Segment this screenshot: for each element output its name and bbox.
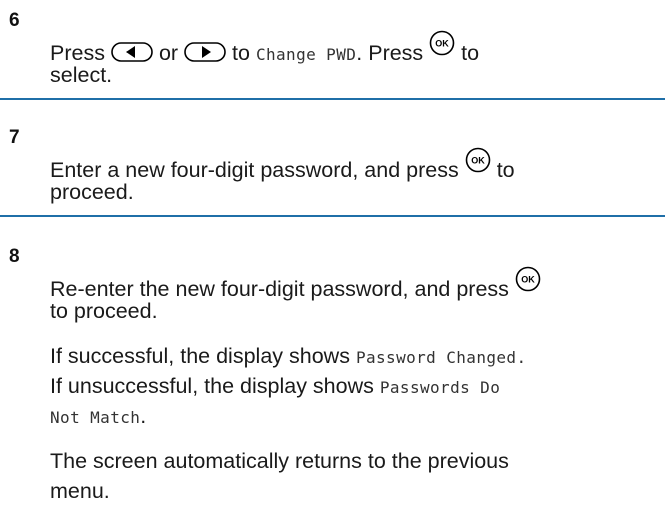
fail-prefix: If unsuccessful, the display shows [50,374,374,398]
step-number: 7 [9,127,20,148]
fail-line: If unsuccessful, the display shows Passw… [50,371,665,403]
success-prefix: If successful, the display shows [50,344,350,368]
step-7: 7 Enter a new four-digit password, and p… [0,127,665,207]
step-6-line-2: select. [50,63,113,87]
return-line-2: menu. [50,479,110,503]
divider [0,98,665,100]
display-msg-not-match: Not Match [50,408,141,427]
display-msg-passwords-do: Passwords Do [379,378,501,397]
step-7-line-2: proceed. [50,180,134,204]
fail-line-2: Not Match. [50,401,665,433]
svg-text:OK: OK [471,156,485,166]
step-6: 6 Press or to Change PWD. Press OK to se… [0,10,665,90]
step-8: 8 Re-enter the new four-digit password, … [0,246,665,506]
step-number: 8 [9,246,20,267]
step-8-line-2: to proceed. [50,299,158,323]
svg-text:OK: OK [435,39,449,49]
return-line-1: The screen automatically returns to the … [50,449,509,473]
success-line: If successful, the display shows Passwor… [50,341,665,373]
fail-end: . [140,404,147,428]
step-number: 6 [9,10,20,31]
divider [0,215,665,217]
svg-text:OK: OK [521,275,535,285]
display-msg-password-changed: Password Changed. [355,348,527,367]
